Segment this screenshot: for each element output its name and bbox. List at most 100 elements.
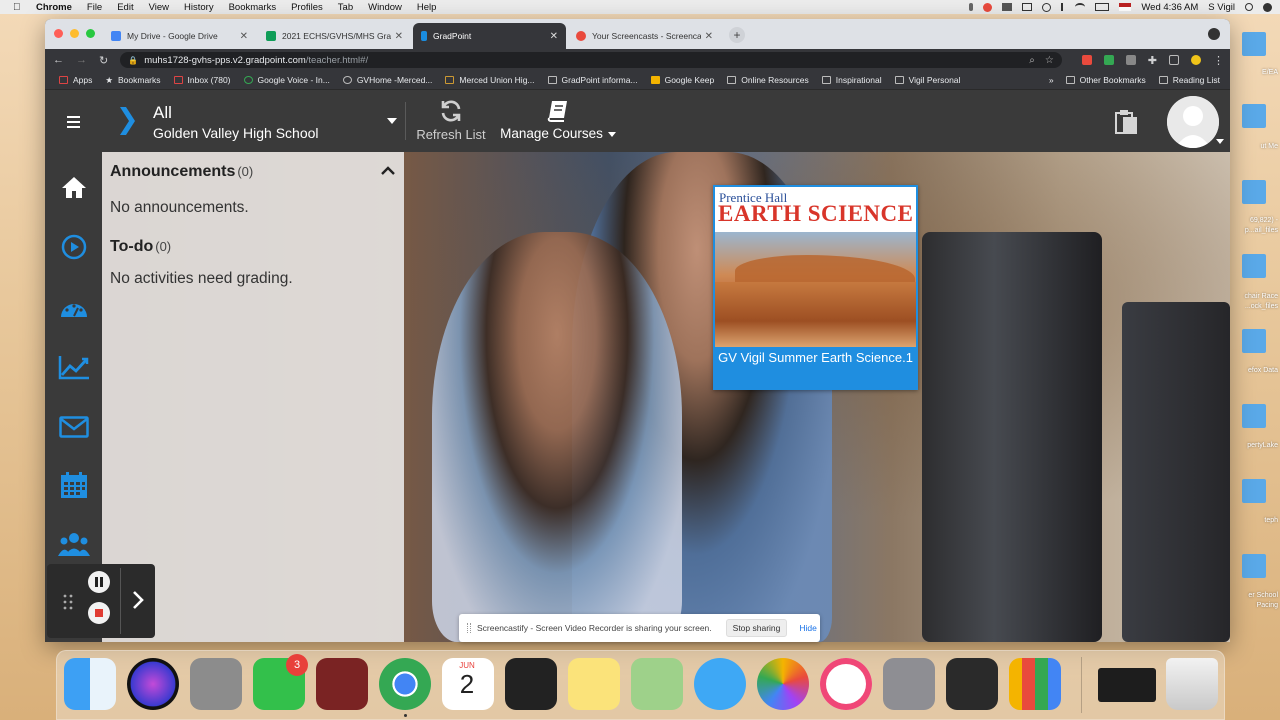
finder-icon[interactable] xyxy=(64,658,116,710)
address-bar[interactable]: 🔒 muhs1728-gvhs-pps.v2.gradpoint.com/tea… xyxy=(120,52,1062,68)
bookmarks-overflow-button[interactable]: » xyxy=(1049,75,1054,85)
desktop-folder-icon[interactable] xyxy=(1242,180,1266,204)
chrome-menu-icon[interactable]: ⋮ xyxy=(1213,54,1224,67)
desktop-folder-icon[interactable] xyxy=(1242,32,1266,56)
reload-icon[interactable]: ↻ xyxy=(99,54,108,67)
close-tab-icon[interactable]: ✕ xyxy=(395,31,403,42)
lock-icon[interactable]: 🔒 xyxy=(128,56,138,65)
wifi-icon[interactable] xyxy=(1075,3,1086,11)
bookmark-vigil-personal[interactable]: Vigil Personal xyxy=(894,75,960,85)
reading-list-button[interactable]: Reading List xyxy=(1158,75,1220,85)
menu-bookmarks[interactable]: Bookmarks xyxy=(229,2,277,13)
close-tab-icon[interactable]: ✕ xyxy=(550,31,558,42)
menu-history[interactable]: History xyxy=(184,2,214,13)
bookmark-gvhome[interactable]: GVHome -Merced... xyxy=(342,75,432,85)
user-menu-caret-icon[interactable] xyxy=(1216,139,1224,144)
bookmark-google-voice[interactable]: Google Voice - In... xyxy=(243,75,330,85)
minimize-window-button[interactable] xyxy=(70,29,79,38)
calculator-icon[interactable] xyxy=(190,658,242,710)
extension-icon[interactable] xyxy=(1103,55,1114,65)
gradpoint-logo-icon[interactable] xyxy=(117,105,139,137)
menu-file[interactable]: File xyxy=(87,2,102,13)
menu-window[interactable]: Window xyxy=(368,2,402,13)
photos-icon[interactable] xyxy=(757,658,809,710)
desktop-folder-icon[interactable] xyxy=(1242,404,1266,428)
bookmark-google-keep[interactable]: Google Keep xyxy=(650,75,714,85)
close-tab-icon[interactable]: ✕ xyxy=(240,31,248,42)
drag-handle-icon[interactable] xyxy=(467,623,471,633)
extensions-puzzle-icon[interactable]: ✚ xyxy=(1148,54,1157,67)
menu-edit[interactable]: Edit xyxy=(117,2,133,13)
home-icon[interactable] xyxy=(58,171,90,203)
hide-notification-button[interactable]: Hide xyxy=(799,623,816,633)
music-icon[interactable] xyxy=(820,658,872,710)
close-window-button[interactable] xyxy=(54,29,63,38)
zoom-window-button[interactable] xyxy=(86,29,95,38)
play-circle-icon[interactable] xyxy=(58,231,90,263)
menu-view[interactable]: View xyxy=(149,2,169,13)
menu-help[interactable]: Help xyxy=(417,2,437,13)
zoom-icon[interactable]: ⌕ xyxy=(1029,55,1035,66)
stop-sharing-button[interactable]: Stop sharing xyxy=(725,619,788,637)
course-card[interactable]: Prentice Hall EARTH SCIENCE GV Vigil Sum… xyxy=(713,185,918,390)
extension-icon[interactable] xyxy=(1081,55,1092,65)
battery-icon[interactable] xyxy=(1095,3,1110,11)
siri-icon[interactable] xyxy=(127,658,179,710)
photo-booth-icon[interactable] xyxy=(316,658,368,710)
chevron-right-icon[interactable] xyxy=(131,590,145,610)
desktop-folder-icon[interactable] xyxy=(1242,329,1266,353)
bookmark-apps[interactable]: Apps xyxy=(59,75,92,85)
dashboard-gauge-icon[interactable] xyxy=(58,292,90,324)
menu-tab[interactable]: Tab xyxy=(338,2,353,13)
dropbox-icon[interactable] xyxy=(1002,3,1013,11)
desktop-folder-icon[interactable] xyxy=(1242,479,1266,503)
screencastify-status-icon[interactable] xyxy=(983,2,993,12)
reading-list-toolbar-icon[interactable] xyxy=(1169,55,1179,65)
pause-recording-button[interactable] xyxy=(88,571,110,593)
stop-recording-button[interactable] xyxy=(88,602,110,624)
collapse-chevron-up-icon[interactable] xyxy=(381,166,395,176)
back-arrow-icon[interactable]: ← xyxy=(53,54,64,66)
manage-courses-button[interactable]: Manage Courses xyxy=(497,99,619,145)
reports-chart-icon[interactable] xyxy=(58,351,90,383)
flag-icon[interactable] xyxy=(1119,3,1132,11)
menu-app-name[interactable]: Chrome xyxy=(36,2,72,13)
user-avatar[interactable] xyxy=(1167,96,1219,148)
bookmark-inspirational[interactable]: Inspirational xyxy=(821,75,882,85)
printer-icon[interactable] xyxy=(946,658,998,710)
bookmark-merced-union[interactable]: Merced Union Hig... xyxy=(445,75,535,85)
screen-recorder-icon[interactable] xyxy=(505,658,557,710)
calendar-icon[interactable] xyxy=(58,469,90,501)
hamburger-menu-icon[interactable] xyxy=(67,116,80,128)
desktop-folder-icon[interactable] xyxy=(1242,104,1266,128)
people-group-icon[interactable] xyxy=(58,528,90,560)
mail-icon[interactable] xyxy=(58,411,90,443)
microphone-icon[interactable] xyxy=(969,3,974,11)
bookmark-bookmarks[interactable]: ★ Bookmarks xyxy=(105,75,160,86)
search-icon[interactable] xyxy=(1245,3,1253,11)
chrome-dock-icon[interactable] xyxy=(379,658,431,710)
tab-gradpoint[interactable]: GradPoint ✕ xyxy=(413,23,566,49)
menubar-user[interactable]: S Vigil xyxy=(1208,2,1235,13)
apple-menu-icon[interactable]:  xyxy=(13,2,27,13)
school-dropdown-caret-icon[interactable] xyxy=(387,118,397,124)
trash-icon[interactable] xyxy=(1166,658,1218,710)
drag-handle-icon[interactable] xyxy=(63,594,73,610)
numbers-icon[interactable] xyxy=(1009,658,1061,710)
desktop-folder-icon[interactable] xyxy=(1242,554,1266,578)
notes-icon[interactable] xyxy=(568,658,620,710)
forward-arrow-icon[interactable]: → xyxy=(76,54,87,66)
control-center-icon[interactable] xyxy=(1263,2,1272,12)
menu-profiles[interactable]: Profiles xyxy=(291,2,323,13)
tab-screencastify[interactable]: Your Screencasts - Screencas ✕ xyxy=(568,23,721,49)
new-tab-button[interactable]: + xyxy=(729,27,745,43)
tab-google-drive[interactable]: My Drive - Google Drive ✕ xyxy=(103,23,256,49)
tab-search-icon[interactable] xyxy=(1208,28,1220,40)
school-name[interactable]: Golden Valley High School xyxy=(153,125,319,141)
bookmark-online-resources[interactable]: Online Resources xyxy=(727,75,809,85)
bluetooth-icon[interactable] xyxy=(1061,3,1065,11)
system-preferences-icon[interactable] xyxy=(883,658,935,710)
cast-icon[interactable] xyxy=(1022,3,1033,11)
messages-icon[interactable] xyxy=(694,658,746,710)
clipboard-copy-icon[interactable] xyxy=(1113,108,1141,136)
